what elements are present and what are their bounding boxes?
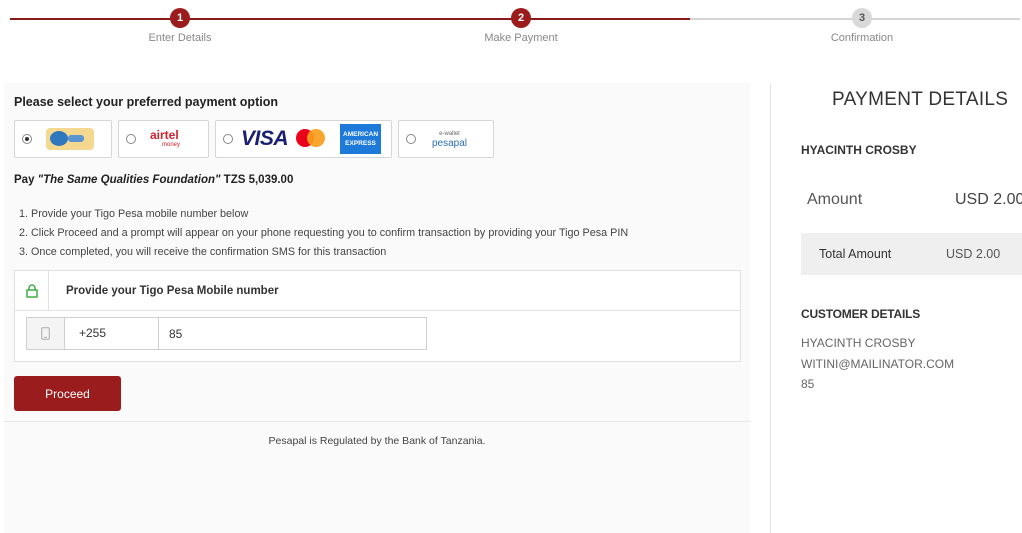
payment-panel: Please select your preferred payment opt… [4, 83, 750, 533]
total-amount-value: USD 2.00 [946, 247, 1001, 261]
pesapal-logo-subtext: e-wallet [439, 130, 460, 137]
instruction-item: 2. Click Proceed and a prompt will appea… [19, 227, 629, 239]
step-label: Enter Details [148, 32, 212, 44]
pay-amount: TZS 5,039.00 [220, 174, 294, 186]
payment-option-airtel-money[interactable]: airtel money [118, 120, 209, 158]
payment-option-cards[interactable]: VISA AMERICAN EXPRESS [215, 120, 392, 158]
mobile-form-title: Provide your Tigo Pesa Mobile number [66, 284, 279, 297]
instructions-list: 1. Provide your Tigo Pesa mobile number … [19, 205, 628, 262]
airtel-money-logo: airtel money [150, 129, 180, 149]
radio-icon[interactable] [406, 134, 416, 144]
step-enter-details: 1 Enter Details [100, 8, 260, 44]
pesapal-ewallet-logo: e-wallet pesapal [432, 130, 467, 149]
mobile-number-form: Provide your Tigo Pesa Mobile number +25… [14, 270, 741, 362]
step-label: Confirmation [830, 32, 894, 44]
proceed-button[interactable]: Proceed [14, 376, 121, 411]
progress-stepper: 1 Enter Details 2 Make Payment 3 Confirm… [0, 0, 1022, 56]
payment-option-prompt: Please select your preferred payment opt… [14, 95, 278, 109]
step-make-payment: 2 Make Payment [441, 8, 601, 44]
airtel-logo-subtext: money [162, 142, 181, 148]
regulation-notice: Pesapal is Regulated by the Bank of Tanz… [268, 435, 486, 447]
step-confirmation: 3 Confirmation [782, 8, 942, 44]
panel-divider [770, 83, 771, 533]
pay-prefix: Pay [14, 174, 38, 186]
tigo-pesa-logo [46, 128, 94, 150]
payment-option-pesapal-ewallet[interactable]: e-wallet pesapal [398, 120, 494, 158]
amount-label: Amount [807, 191, 863, 208]
instruction-item: 3. Once completed, you will receive the … [19, 246, 387, 258]
payment-option-list: airtel money VISA AMERICAN EXPRESS e-wal… [14, 120, 494, 158]
visa-logo: VISA [241, 127, 289, 150]
phone-icon [27, 318, 65, 349]
instruction-item: 1. Provide your Tigo Pesa mobile number … [19, 208, 249, 220]
american-express-logo: AMERICAN EXPRESS [340, 124, 382, 154]
step-number: 1 [170, 8, 190, 28]
total-amount-label: Total Amount [819, 247, 892, 261]
airtel-logo-text: airtel [150, 128, 179, 142]
customer-email: WITINI@MAILINATOR.COM [801, 357, 955, 371]
step-number: 2 [511, 8, 531, 28]
mobile-number-input[interactable] [159, 318, 426, 349]
customer-name: HYACINTH CROSBY [801, 336, 916, 350]
phone-input-group: +255 [26, 317, 427, 350]
pay-summary: Pay "The Same Qualities Foundation" TZS … [14, 174, 293, 186]
customer-details-title: CUSTOMER DETAILS [801, 307, 921, 321]
customer-phone: 85 [801, 377, 815, 391]
country-code: +255 [65, 318, 159, 349]
amount-value: USD 2.00 [955, 191, 1022, 208]
lock-icon [15, 270, 49, 311]
radio-icon[interactable] [223, 134, 233, 144]
payment-details-title: PAYMENT DETAILS [832, 89, 1009, 110]
mobile-form-header: Provide your Tigo Pesa Mobile number [15, 270, 740, 311]
footer-divider [4, 421, 750, 422]
step-label: Make Payment [484, 32, 558, 44]
payment-option-tigo-pesa[interactable] [14, 120, 112, 158]
pesapal-logo-text: pesapal [432, 137, 468, 149]
mastercard-logo [296, 129, 326, 149]
payer-name: HYACINTH CROSBY [801, 143, 917, 157]
merchant-name: "The Same Qualities Foundation" [37, 174, 221, 186]
step-number: 3 [852, 8, 872, 28]
radio-icon[interactable] [126, 134, 136, 144]
radio-selected-icon[interactable] [22, 134, 32, 144]
total-amount-row: Total Amount USD 2.00 [801, 233, 1022, 275]
